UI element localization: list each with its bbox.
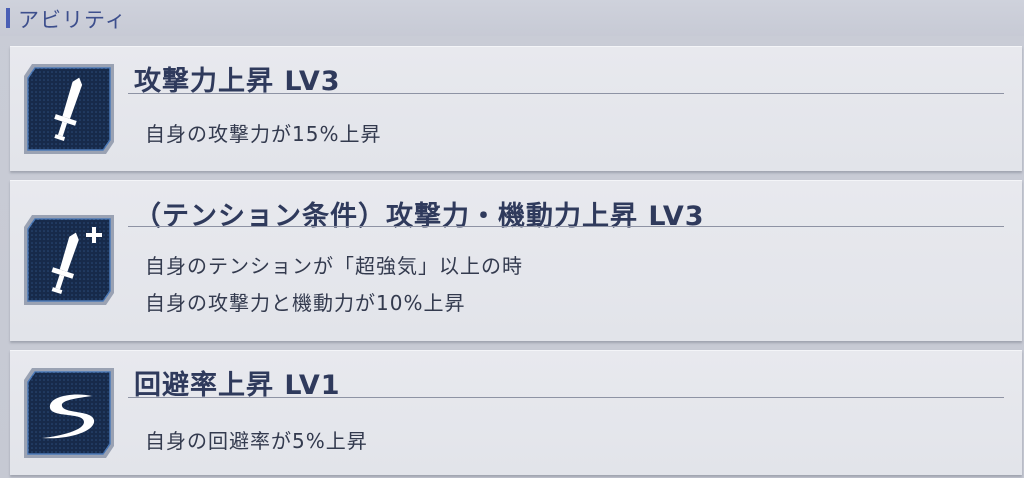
ability-card: 回避率上昇 LV1 自身の回避率が5%上昇 <box>10 350 1022 475</box>
ability-card: 攻撃力上昇 LV3 自身の攻撃力が15%上昇 <box>10 46 1022 171</box>
header-accent-bar <box>6 8 10 28</box>
ability-card: （テンション条件）攻撃力・機動力上昇 LV3 自身のテンションが「超強気」以上の… <box>10 180 1022 341</box>
section-title: アビリティ <box>18 8 127 32</box>
ability-description: 自身のテンションが「超強気」以上の時 <box>145 254 523 278</box>
sword-icon <box>22 62 116 156</box>
ability-description: 自身の攻撃力が15%上昇 <box>145 122 382 146</box>
evasion-swoosh-icon <box>22 366 116 460</box>
ability-description: 自身の回避率が5%上昇 <box>145 429 368 453</box>
divider <box>128 397 1004 398</box>
divider <box>128 93 1004 94</box>
divider <box>128 226 1004 227</box>
ability-title: （テンション条件）攻撃力・機動力上昇 LV3 <box>134 201 705 232</box>
section-header: アビリティ <box>0 0 1024 36</box>
sword-plus-icon <box>22 213 116 307</box>
ability-description: 自身の攻撃力と機動力が10%上昇 <box>145 291 466 315</box>
